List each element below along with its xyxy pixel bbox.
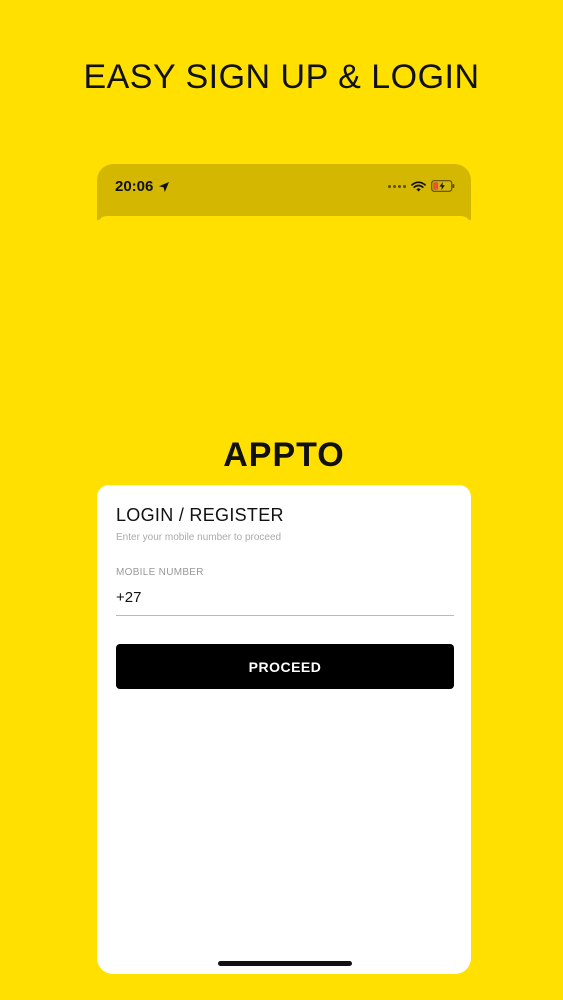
splash-area: APPTO xyxy=(97,216,471,516)
proceed-button[interactable]: PROCEED xyxy=(116,644,454,689)
battery-charging-icon xyxy=(431,180,455,192)
app-logo: APPTO xyxy=(223,436,345,474)
mobile-number-label: MOBILE NUMBER xyxy=(116,567,204,578)
status-icons xyxy=(388,180,455,192)
login-sheet: LOGIN / REGISTER Enter your mobile numbe… xyxy=(97,485,471,974)
location-arrow-icon xyxy=(159,181,170,192)
wifi-icon xyxy=(411,180,426,191)
status-time: 20:06 xyxy=(115,178,154,195)
mobile-number-underline xyxy=(116,615,454,616)
page-headline: EASY SIGN UP & LOGIN xyxy=(83,58,480,96)
signal-dots-icon xyxy=(388,184,406,188)
status-time-group: 20:06 xyxy=(115,178,170,195)
login-subtitle: Enter your mobile number to proceed xyxy=(116,532,282,543)
mobile-number-input[interactable] xyxy=(116,589,454,606)
login-title: LOGIN / REGISTER xyxy=(116,505,284,525)
home-indicator xyxy=(218,961,352,966)
phone-frame: 20:06 APPTO LOGIN / REGISTER Enter your … xyxy=(97,164,471,974)
status-bar: 20:06 xyxy=(97,164,471,220)
